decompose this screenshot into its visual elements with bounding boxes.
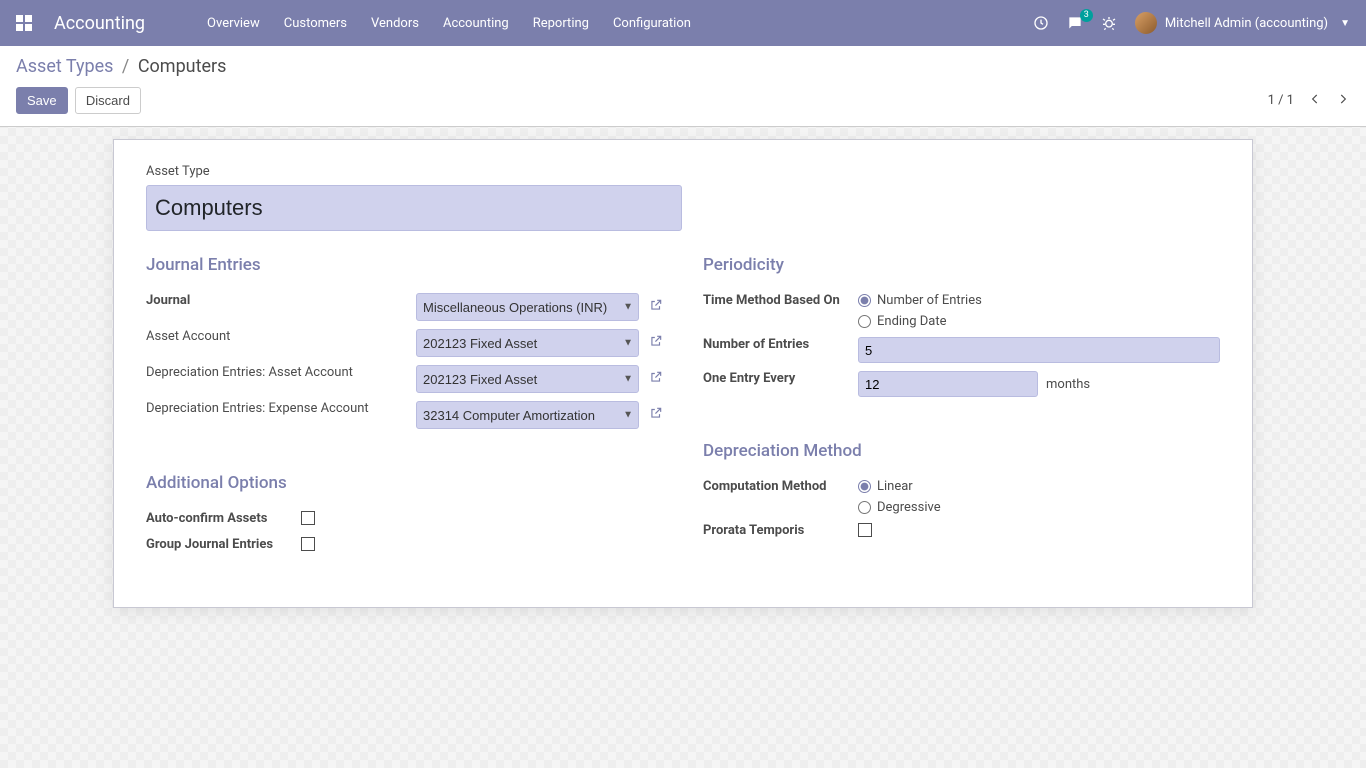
external-link-icon[interactable]	[649, 334, 663, 352]
save-button[interactable]: Save	[16, 87, 68, 114]
nav-item-vendors[interactable]: Vendors	[361, 10, 429, 37]
left-column: Journal Entries Journal ▼	[146, 255, 663, 559]
nav-item-configuration[interactable]: Configuration	[603, 10, 701, 37]
nav-item-reporting[interactable]: Reporting	[523, 10, 599, 37]
label-time-method: Time Method Based On	[703, 289, 858, 333]
sheet-wrap: Asset Type Journal Entries Journal ▼	[0, 127, 1366, 638]
journal-select[interactable]	[416, 293, 639, 321]
main-navbar: Accounting Overview Customers Vendors Ac…	[0, 0, 1366, 46]
one-entry-every-input[interactable]	[858, 371, 1038, 397]
avatar	[1135, 12, 1157, 34]
group-journal-checkbox[interactable]	[301, 537, 315, 551]
nav-item-overview[interactable]: Overview	[197, 10, 270, 37]
bug-icon[interactable]	[1101, 15, 1117, 31]
label-group-journal: Group Journal Entries	[146, 533, 301, 559]
discard-button[interactable]: Discard	[75, 87, 141, 114]
breadcrumb-sep: /	[122, 56, 129, 77]
breadcrumb: Asset Types / Computers	[16, 56, 1350, 77]
action-buttons: Save Discard	[16, 87, 141, 114]
radio-degressive[interactable]: Degressive	[858, 500, 1220, 515]
apps-icon[interactable]	[16, 15, 32, 31]
auto-confirm-checkbox[interactable]	[301, 511, 315, 525]
label-one-entry-every: One Entry Every	[703, 367, 858, 401]
nav-item-customers[interactable]: Customers	[274, 10, 357, 37]
radio-ending-date[interactable]: Ending Date	[858, 314, 1220, 329]
external-link-icon[interactable]	[649, 298, 663, 316]
chat-icon[interactable]: 3	[1067, 15, 1083, 31]
pager-next-icon[interactable]	[1336, 92, 1350, 110]
section-additional-options: Additional Options	[146, 473, 663, 493]
asset-account-select[interactable]	[416, 329, 639, 357]
label-auto-confirm: Auto-confirm Assets	[146, 507, 301, 533]
label-computation-method: Computation Method	[703, 475, 858, 519]
radio-linear[interactable]: Linear	[858, 479, 1220, 494]
external-link-icon[interactable]	[649, 370, 663, 388]
dep-expense-account-select[interactable]	[416, 401, 639, 429]
number-of-entries-input[interactable]	[858, 337, 1220, 363]
clock-icon[interactable]	[1033, 15, 1049, 31]
prorata-checkbox[interactable]	[858, 523, 872, 537]
pager-prev-icon[interactable]	[1308, 92, 1322, 110]
one-entry-unit: months	[1046, 377, 1090, 392]
control-panel-row: Save Discard 1 / 1	[16, 87, 1350, 114]
control-panel: Asset Types / Computers Save Discard 1 /…	[0, 46, 1366, 127]
section-periodicity: Periodicity	[703, 255, 1220, 275]
radio-number-of-entries[interactable]: Number of Entries	[858, 293, 1220, 308]
label-number-entries: Number of Entries	[703, 333, 858, 367]
pager: 1 / 1	[1268, 92, 1350, 110]
label-dep-asset-account: Depreciation Entries: Asset Account	[146, 361, 416, 397]
title-label: Asset Type	[146, 164, 1220, 179]
right-column: Periodicity Time Method Based On Number …	[703, 255, 1220, 559]
form-sheet: Asset Type Journal Entries Journal ▼	[113, 139, 1253, 608]
nav-right: 3 Mitchell Admin (accounting) ▼	[1033, 12, 1350, 34]
chat-badge: 3	[1080, 9, 1093, 22]
label-prorata: Prorata Temporis	[703, 519, 858, 545]
app-brand[interactable]: Accounting	[54, 13, 145, 34]
nav-left: Accounting Overview Customers Vendors Ac…	[16, 10, 701, 37]
nav-item-accounting[interactable]: Accounting	[433, 10, 519, 37]
section-journal-entries: Journal Entries	[146, 255, 663, 275]
external-link-icon[interactable]	[649, 406, 663, 424]
caret-down-icon: ▼	[1340, 18, 1350, 29]
pager-count: 1 / 1	[1268, 93, 1294, 108]
breadcrumb-current: Computers	[138, 56, 227, 77]
user-name: Mitchell Admin (accounting)	[1165, 16, 1328, 31]
label-dep-expense-account: Depreciation Entries: Expense Account	[146, 397, 416, 433]
nav-menu: Overview Customers Vendors Accounting Re…	[197, 10, 701, 37]
asset-type-name-input[interactable]	[146, 185, 682, 231]
dep-asset-account-select[interactable]	[416, 365, 639, 393]
breadcrumb-parent[interactable]: Asset Types	[16, 56, 113, 77]
label-journal: Journal	[146, 289, 416, 325]
user-menu[interactable]: Mitchell Admin (accounting) ▼	[1135, 12, 1350, 34]
label-asset-account: Asset Account	[146, 325, 416, 361]
section-depreciation-method: Depreciation Method	[703, 441, 1220, 461]
